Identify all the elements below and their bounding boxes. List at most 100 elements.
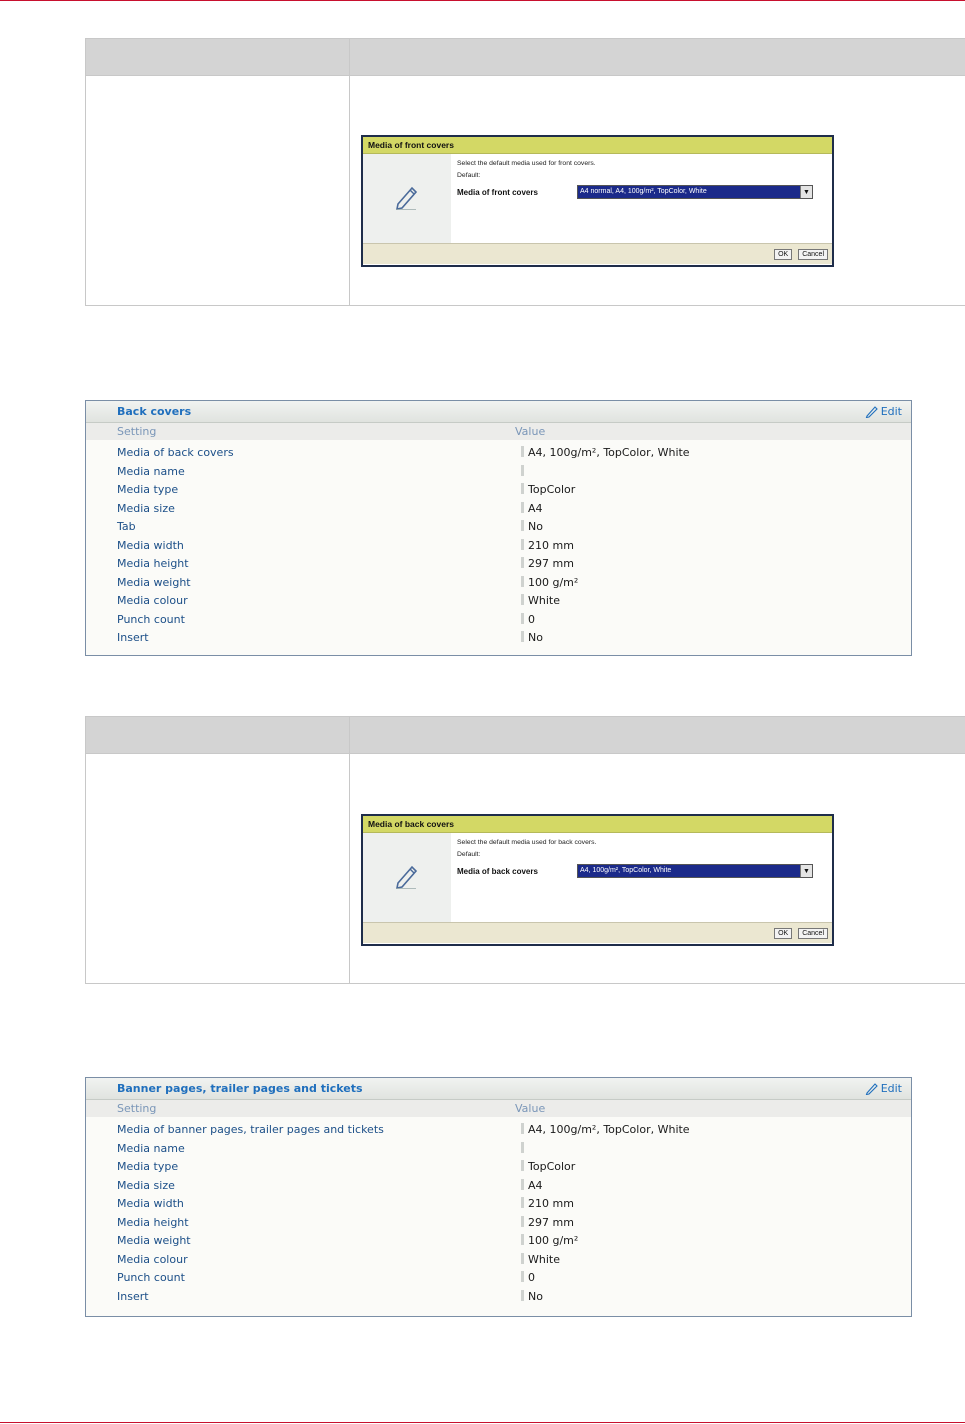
edit-label: Edit — [880, 404, 902, 418]
dialog-title: Media of back covers — [363, 816, 832, 833]
col-setting: Setting — [117, 425, 157, 438]
doc-table-header — [86, 717, 965, 754]
setting-label: Media weight — [117, 575, 191, 589]
value-marker — [521, 464, 524, 476]
value-marker — [521, 538, 524, 550]
value-marker — [521, 501, 524, 513]
setting-label: Media width — [117, 1197, 184, 1210]
panel-title: Banner pages, trailer pages and tickets — [117, 1082, 363, 1095]
col-setting: Setting — [117, 1102, 157, 1115]
table-row: Insert No — [86, 1287, 911, 1306]
media-select[interactable]: A4 normal, A4, 100g/m², TopColor, White … — [577, 185, 813, 199]
media-select-value: A4, 100g/m², TopColor, White — [578, 865, 800, 877]
panel-header: Back covers Edit — [86, 401, 911, 423]
setting-value: 100 g/m² — [528, 1234, 579, 1247]
setting-value: TopColor — [528, 1160, 576, 1173]
default-label: Default: — [457, 172, 481, 179]
table-row: Media weight 100 g/m² — [86, 573, 911, 592]
table-row: Media colour White — [86, 1250, 911, 1269]
doc-table-left-cell — [86, 754, 350, 983]
setting-label: Media size — [117, 501, 175, 515]
setting-value: 100 g/m² — [528, 575, 579, 589]
setting-value: White — [528, 1252, 560, 1266]
doc-table-right-cell: Media of front covers Select the default… — [350, 76, 965, 305]
chevron-down-icon[interactable]: ▼ — [800, 186, 812, 198]
doc-table-left-cell — [86, 76, 350, 305]
dialog-description: Select the default media used for back c… — [457, 839, 597, 846]
value-marker — [521, 575, 524, 587]
value-marker — [521, 1234, 524, 1245]
media-select[interactable]: A4, 100g/m², TopColor, White ▼ — [577, 864, 813, 878]
value-marker — [521, 594, 524, 605]
default-label: Default: — [457, 851, 481, 858]
setting-label: Media colour — [117, 1252, 188, 1266]
value-marker — [521, 1289, 524, 1301]
setting-value: 0 — [528, 1271, 535, 1284]
pencil-icon — [394, 861, 420, 894]
value-marker — [521, 1271, 524, 1282]
doc-table-right-cell: Media of back covers Select the default — [350, 754, 965, 983]
value-marker — [521, 557, 524, 568]
setting-label: Media name — [117, 464, 185, 478]
table-row: Media of back covers A4, 100g/m², TopColo… — [86, 443, 911, 462]
value-marker — [521, 446, 524, 457]
value-marker — [521, 1123, 524, 1134]
table-row: Punch count 0 — [86, 1268, 911, 1287]
front-covers-dialog: Media of front covers Select the default… — [361, 135, 834, 267]
value-marker — [521, 631, 524, 642]
edit-link[interactable]: Edit — [865, 1081, 902, 1095]
setting-value: 210 mm — [528, 1197, 574, 1210]
setting-label: Punch count — [117, 1271, 185, 1284]
setting-value: 297 mm — [528, 1215, 574, 1229]
ok-button[interactable]: OK — [774, 248, 793, 260]
chevron-down-icon[interactable]: ▼ — [800, 865, 812, 877]
setting-value: A4, 100g/m², TopColor, White — [528, 1123, 690, 1136]
table-row: Media type TopColor — [86, 480, 911, 499]
value-marker — [521, 520, 524, 531]
value-marker — [521, 483, 524, 494]
pencil-icon — [865, 1083, 878, 1095]
top-rule — [0, 0, 965, 1]
doc-table-header — [86, 39, 965, 76]
setting-value: No — [528, 520, 543, 533]
value-marker — [521, 1252, 524, 1264]
table-row: Media size A4 — [86, 499, 911, 518]
setting-value: A4 — [528, 1178, 543, 1192]
setting-label: Media colour — [117, 594, 188, 607]
back-covers-doc-table: Media of back covers Select the default — [85, 716, 965, 984]
back-covers-panel: Back covers Edit Setting Value Media of … — [85, 400, 912, 656]
bottom-rule — [0, 1422, 965, 1423]
dialog-title: Media of front covers — [363, 137, 832, 154]
setting-label: Insert — [117, 631, 149, 644]
edit-link[interactable]: Edit — [865, 404, 902, 418]
table-row: Punch count 0 — [86, 610, 911, 629]
value-marker — [521, 1215, 524, 1227]
setting-value: 0 — [528, 612, 535, 626]
table-row: Insert No — [86, 628, 911, 647]
setting-value: A4 — [528, 501, 543, 515]
setting-value: 297 mm — [528, 557, 574, 570]
ok-button[interactable]: OK — [774, 927, 793, 939]
table-row: Media size A4 — [86, 1176, 911, 1195]
field-label: Media of front covers — [457, 187, 538, 197]
col-value: Value — [515, 1102, 546, 1115]
banner-pages-panel: Banner pages, trailer pages and tickets … — [85, 1077, 912, 1317]
edit-label: Edit — [880, 1081, 902, 1095]
setting-label: Punch count — [117, 612, 185, 626]
table-row: Media width 210 mm — [86, 536, 911, 555]
value-marker — [521, 612, 524, 624]
setting-value: White — [528, 594, 560, 607]
setting-label: Tab — [117, 520, 136, 533]
setting-label: Media height — [117, 557, 189, 570]
column-headers: Setting Value — [86, 423, 911, 440]
cancel-button[interactable]: Cancel — [798, 927, 828, 939]
value-marker — [521, 1160, 524, 1171]
table-row: Media type TopColor — [86, 1157, 911, 1176]
cancel-button[interactable]: Cancel — [798, 248, 828, 260]
setting-value: 210 mm — [528, 538, 574, 552]
setting-label: Media height — [117, 1215, 189, 1229]
setting-value: A4, 100g/m², TopColor, White — [528, 446, 690, 459]
pencil-icon — [394, 182, 420, 215]
setting-label: Media of banner pages, trailer pages and… — [117, 1123, 384, 1136]
back-covers-dialog: Media of back covers Select the default — [361, 814, 834, 946]
